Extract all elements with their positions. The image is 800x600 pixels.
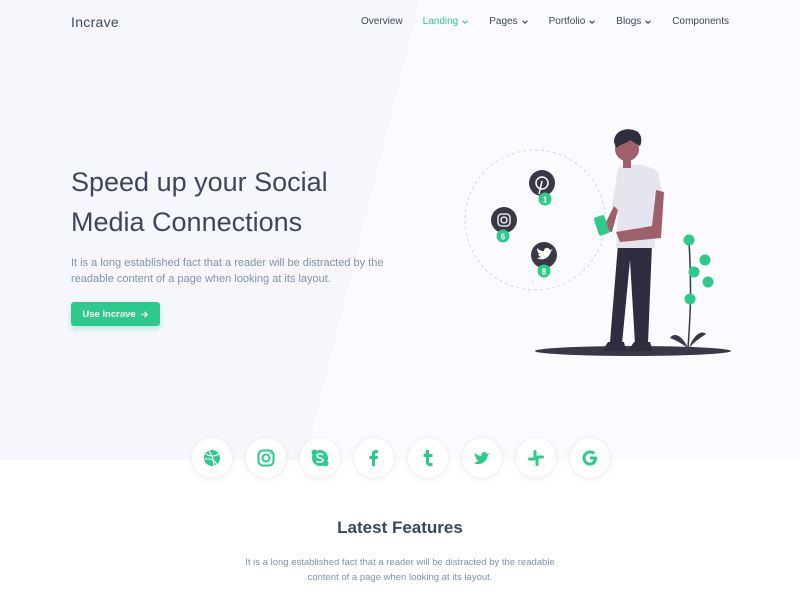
skype-button[interactable] xyxy=(299,437,341,479)
plant-illustration xyxy=(670,234,714,349)
twitter-button[interactable] xyxy=(461,437,503,479)
nav-item-blogs[interactable]: Blogs xyxy=(616,16,652,27)
cta-label: Use Incrave xyxy=(82,308,136,320)
nav-menu: Overview Landing Pages Portfolio Blogs C… xyxy=(361,16,729,27)
facebook-icon xyxy=(369,450,378,466)
instagram-icon xyxy=(257,449,275,467)
orbit-circle xyxy=(464,149,606,291)
skype-icon xyxy=(311,449,329,467)
slack-button[interactable] xyxy=(515,437,557,479)
nav-label: Pages xyxy=(489,16,518,27)
twitter-bubble: 8 xyxy=(531,242,557,278)
slack-icon xyxy=(528,450,544,466)
instagram-badge-count: 6 xyxy=(501,233,506,242)
nav-item-pages[interactable]: Pages xyxy=(489,16,528,27)
nav-item-components[interactable]: Components xyxy=(672,16,729,27)
hero-title-line: Media Connections xyxy=(71,207,303,237)
facebook-button[interactable] xyxy=(353,437,395,479)
google-button[interactable] xyxy=(569,437,611,479)
chevron-down-icon xyxy=(462,19,469,24)
pinterest-badge-count: 1 xyxy=(543,196,548,205)
dribbble-icon xyxy=(204,450,220,467)
arrow-right-icon xyxy=(140,310,148,318)
nav-label: Blogs xyxy=(616,16,642,27)
hero-illustration: 1 6 8 xyxy=(464,129,731,356)
pinterest-bubble: 1 xyxy=(529,170,555,206)
dribbble-button[interactable] xyxy=(191,437,233,479)
hero-title-line: Speed up your Social xyxy=(71,167,328,197)
social-icons-row xyxy=(191,437,611,481)
top-navbar: Incrave Overview Landing Pages Portfolio… xyxy=(0,0,800,44)
hero-title: Speed up your Social Media Connections xyxy=(71,162,401,242)
hero-description: It is a long established fact that a rea… xyxy=(71,257,384,285)
instagram-bubble: 6 xyxy=(491,207,517,243)
chevron-down-icon xyxy=(589,19,596,24)
nav-label: Overview xyxy=(360,16,403,27)
features-description: It is a long established fact that a rea… xyxy=(245,557,555,583)
twitter-icon xyxy=(474,452,490,465)
nav-item-portfolio[interactable]: Portfolio xyxy=(549,16,597,27)
brand-logo[interactable]: Incrave xyxy=(71,14,119,30)
nav-label: Components xyxy=(672,16,729,27)
nav-label: Portfolio xyxy=(548,16,586,27)
use-incrave-button[interactable]: Use Incrave xyxy=(71,302,160,326)
nav-item-landing[interactable]: Landing xyxy=(423,16,470,27)
nav-item-overview[interactable]: Overview xyxy=(361,16,403,27)
tumblr-icon xyxy=(423,450,433,467)
chevron-down-icon xyxy=(645,19,652,24)
features-title: Latest Features xyxy=(337,518,463,537)
tumblr-button[interactable] xyxy=(407,437,449,479)
person-illustration xyxy=(593,129,664,351)
nav-label: Landing xyxy=(422,16,459,27)
twitter-badge-count: 8 xyxy=(542,268,547,277)
google-icon xyxy=(582,450,597,466)
instagram-button[interactable] xyxy=(245,437,287,479)
chevron-down-icon xyxy=(521,19,528,24)
